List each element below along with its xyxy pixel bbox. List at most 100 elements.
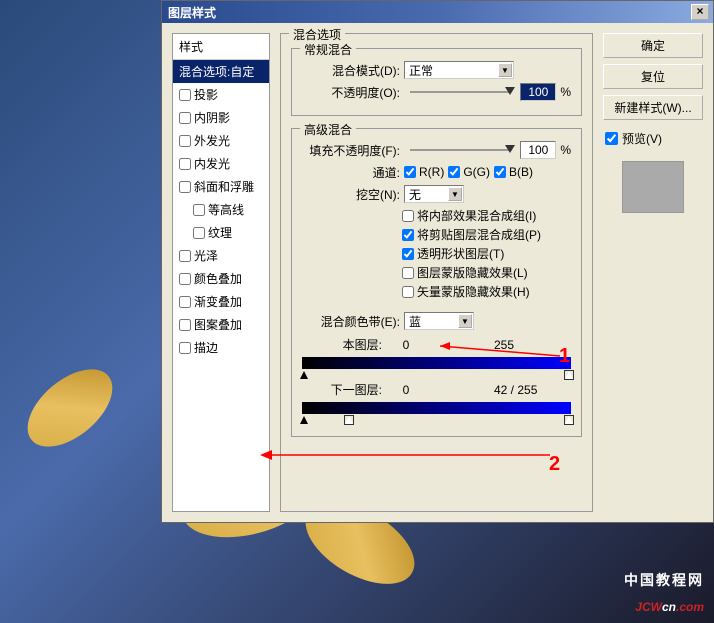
style-list-item[interactable]: 颜色叠加 xyxy=(173,267,269,290)
style-effect-checkbox[interactable] xyxy=(179,273,191,285)
right-panel: 确定 复位 新建样式(W)... 预览(V) xyxy=(603,33,703,512)
chevron-down-icon: ▼ xyxy=(458,314,472,328)
leaf-decoration xyxy=(9,349,131,467)
cancel-button[interactable]: 复位 xyxy=(603,64,703,89)
this-layer-gradient[interactable] xyxy=(302,357,571,369)
knockout-label: 挖空(N): xyxy=(302,186,400,203)
underlying-min: 0 xyxy=(386,383,426,397)
style-item-label: 纹理 xyxy=(208,224,232,241)
style-list-item[interactable]: 渐变叠加 xyxy=(173,290,269,313)
underlying-layer-label: 下一图层: xyxy=(302,381,382,398)
new-style-button[interactable]: 新建样式(W)... xyxy=(603,95,703,120)
ok-button[interactable]: 确定 xyxy=(603,33,703,58)
styles-list-panel: 样式 混合选项:自定投影内阴影外发光内发光斜面和浮雕等高线纹理光泽颜色叠加渐变叠… xyxy=(172,33,270,512)
gradient-marker-split-a[interactable] xyxy=(345,416,353,424)
fill-unit: % xyxy=(560,143,571,157)
this-layer-min: 0 xyxy=(386,338,426,352)
this-layer-label: 本图层: xyxy=(302,336,382,353)
style-effect-checkbox[interactable] xyxy=(179,319,191,331)
style-item-label: 混合选项:自定 xyxy=(179,63,254,80)
blend-if-label: 混合颜色带(E): xyxy=(302,313,400,330)
style-item-label: 投影 xyxy=(194,86,218,103)
fill-opacity-label: 填充不透明度(F): xyxy=(302,142,400,159)
advanced-blend-title: 高级混合 xyxy=(300,121,356,138)
style-item-label: 斜面和浮雕 xyxy=(194,178,254,195)
gradient-marker-shadow[interactable] xyxy=(300,371,308,379)
style-item-label: 光泽 xyxy=(194,247,218,264)
underlying-split: 42 / 255 xyxy=(494,383,537,397)
watermark: 中国教程网 JCWcn.com xyxy=(624,570,704,618)
dialog-body: 样式 混合选项:自定投影内阴影外发光内发光斜面和浮雕等高线纹理光泽颜色叠加渐变叠… xyxy=(162,23,713,522)
style-item-label: 渐变叠加 xyxy=(194,293,242,310)
style-effect-checkbox[interactable] xyxy=(179,112,191,124)
opacity-input[interactable]: 100 xyxy=(520,83,556,101)
channel-g-checkbox[interactable]: G(G) xyxy=(448,165,490,179)
style-item-label: 颜色叠加 xyxy=(194,270,242,287)
chevron-down-icon: ▼ xyxy=(448,187,462,201)
style-effect-checkbox[interactable] xyxy=(179,296,191,308)
advanced-option-checkbox[interactable]: 将内部效果混合成组(I) xyxy=(402,207,571,224)
style-effect-checkbox[interactable] xyxy=(179,158,191,170)
opacity-unit: % xyxy=(560,85,571,99)
advanced-blend-group: 高级混合 填充不透明度(F): 100 % 通道: R(R) G(G) B(B) xyxy=(291,128,582,437)
watermark-text: 中国教程网 xyxy=(624,570,704,590)
style-effect-checkbox[interactable] xyxy=(193,204,205,216)
advanced-option-checkbox[interactable]: 图层蒙版隐藏效果(L) xyxy=(402,264,571,281)
style-effect-checkbox[interactable] xyxy=(193,227,205,239)
style-item-label: 内阴影 xyxy=(194,109,230,126)
style-list-item[interactable]: 等高线 xyxy=(173,198,269,221)
fill-opacity-slider[interactable] xyxy=(410,149,510,151)
channels-label: 通道: xyxy=(302,164,400,181)
gradient-marker-highlight[interactable] xyxy=(565,371,573,379)
knockout-select[interactable]: 无 ▼ xyxy=(404,185,464,203)
style-item-label: 等高线 xyxy=(208,201,244,218)
center-panel: 混合选项 常规混合 混合模式(D): 正常 ▼ 不透明度(O): 100 xyxy=(280,33,593,512)
underlying-layer-gradient[interactable] xyxy=(302,402,571,414)
style-list-item[interactable]: 图案叠加 xyxy=(173,313,269,336)
opacity-slider[interactable] xyxy=(410,91,510,93)
style-item-label: 描边 xyxy=(194,339,218,356)
general-blend-title: 常规混合 xyxy=(300,41,356,58)
this-layer-max: 255 xyxy=(494,338,514,352)
layer-style-dialog: 图层样式 × 样式 混合选项:自定投影内阴影外发光内发光斜面和浮雕等高线纹理光泽… xyxy=(161,0,714,523)
titlebar[interactable]: 图层样式 × xyxy=(162,1,713,23)
preview-checkbox[interactable]: 预览(V) xyxy=(603,126,703,151)
style-effect-checkbox[interactable] xyxy=(179,135,191,147)
gradient-marker-shadow[interactable] xyxy=(300,416,308,424)
general-blend-group: 常规混合 混合模式(D): 正常 ▼ 不透明度(O): 100 % xyxy=(291,48,582,116)
style-list-item[interactable]: 斜面和浮雕 xyxy=(173,175,269,198)
style-effect-checkbox[interactable] xyxy=(179,89,191,101)
advanced-option-checkbox[interactable]: 将剪贴图层混合成组(P) xyxy=(402,226,571,243)
opacity-label: 不透明度(O): xyxy=(302,84,400,101)
chevron-down-icon: ▼ xyxy=(498,63,512,77)
style-list-item[interactable]: 内阴影 xyxy=(173,106,269,129)
preview-swatch xyxy=(622,161,684,213)
blend-mode-label: 混合模式(D): xyxy=(302,62,400,79)
style-list-item[interactable]: 投影 xyxy=(173,83,269,106)
style-list-item[interactable]: 内发光 xyxy=(173,152,269,175)
style-effect-checkbox[interactable] xyxy=(179,250,191,262)
style-list-item[interactable]: 外发光 xyxy=(173,129,269,152)
styles-header: 样式 xyxy=(173,34,269,60)
style-list-item[interactable]: 描边 xyxy=(173,336,269,359)
style-effect-checkbox[interactable] xyxy=(179,181,191,193)
style-list-item[interactable]: 混合选项:自定 xyxy=(173,60,269,83)
style-list-item[interactable]: 光泽 xyxy=(173,244,269,267)
advanced-option-checkbox[interactable]: 矢量蒙版隐藏效果(H) xyxy=(402,283,571,300)
dialog-title: 图层样式 xyxy=(166,4,691,21)
style-list-item[interactable]: 纹理 xyxy=(173,221,269,244)
channel-r-checkbox[interactable]: R(R) xyxy=(404,165,444,179)
style-item-label: 内发光 xyxy=(194,155,230,172)
style-item-label: 图案叠加 xyxy=(194,316,242,333)
gradient-marker-highlight[interactable] xyxy=(565,416,573,424)
slider-thumb[interactable] xyxy=(505,87,515,95)
blend-mode-select[interactable]: 正常 ▼ xyxy=(404,61,514,79)
blend-options-group: 混合选项 常规混合 混合模式(D): 正常 ▼ 不透明度(O): 100 xyxy=(280,33,593,512)
slider-thumb[interactable] xyxy=(505,145,515,153)
close-button[interactable]: × xyxy=(691,4,709,20)
style-effect-checkbox[interactable] xyxy=(179,342,191,354)
blend-if-select[interactable]: 蓝 ▼ xyxy=(404,312,474,330)
fill-opacity-input[interactable]: 100 xyxy=(520,141,556,159)
advanced-option-checkbox[interactable]: 透明形状图层(T) xyxy=(402,245,571,262)
channel-b-checkbox[interactable]: B(B) xyxy=(494,165,533,179)
